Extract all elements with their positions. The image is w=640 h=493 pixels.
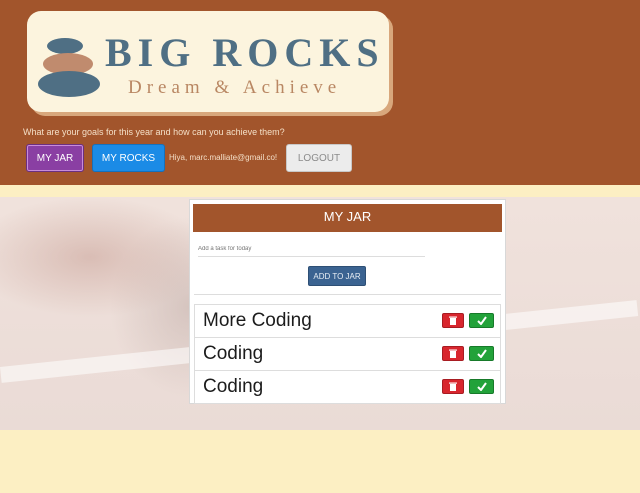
task-input[interactable] — [198, 242, 425, 257]
my-jar-button[interactable]: MY JAR — [26, 144, 84, 172]
task-text: More Coding — [203, 310, 312, 331]
delete-task-button[interactable] — [442, 346, 464, 361]
check-icon — [476, 349, 487, 358]
list-item: Coding — [195, 338, 500, 371]
jar-panel: MY JAR ADD TO JAR More Coding Coding Cod… — [189, 199, 506, 404]
logo: BIG ROCKS Dream & Achieve — [27, 11, 389, 112]
complete-task-button[interactable] — [469, 346, 494, 361]
divider — [194, 294, 501, 295]
task-text: Coding — [203, 343, 264, 364]
list-item: Coding — [195, 371, 500, 403]
site-header: BIG ROCKS Dream & Achieve What are your … — [0, 0, 640, 185]
check-icon — [476, 382, 487, 391]
jar-title: MY JAR — [193, 204, 502, 232]
my-rocks-button[interactable]: MY ROCKS — [92, 144, 165, 172]
complete-task-button[interactable] — [469, 379, 494, 394]
trash-icon — [449, 382, 457, 391]
list-item: More Coding — [195, 305, 500, 338]
logout-button[interactable]: LOGOUT — [286, 144, 352, 172]
delete-task-button[interactable] — [442, 379, 464, 394]
delete-task-button[interactable] — [442, 313, 464, 328]
task-text: Coding — [203, 376, 264, 397]
add-to-jar-button[interactable]: ADD TO JAR — [308, 266, 366, 286]
logo-subtitle: Dream & Achieve — [128, 77, 342, 98]
complete-task-button[interactable] — [469, 313, 494, 328]
tagline: What are your goals for this year and ho… — [23, 127, 285, 137]
task-list: More Coding Coding Coding — [194, 304, 501, 404]
user-greeting: Hiya, marc.malliate@gmail.co! — [169, 153, 278, 162]
trash-icon — [449, 349, 457, 358]
stacked-stones-icon — [38, 38, 100, 97]
check-icon — [476, 316, 487, 325]
trash-icon — [449, 316, 457, 325]
logo-title: BIG ROCKS — [105, 30, 385, 75]
